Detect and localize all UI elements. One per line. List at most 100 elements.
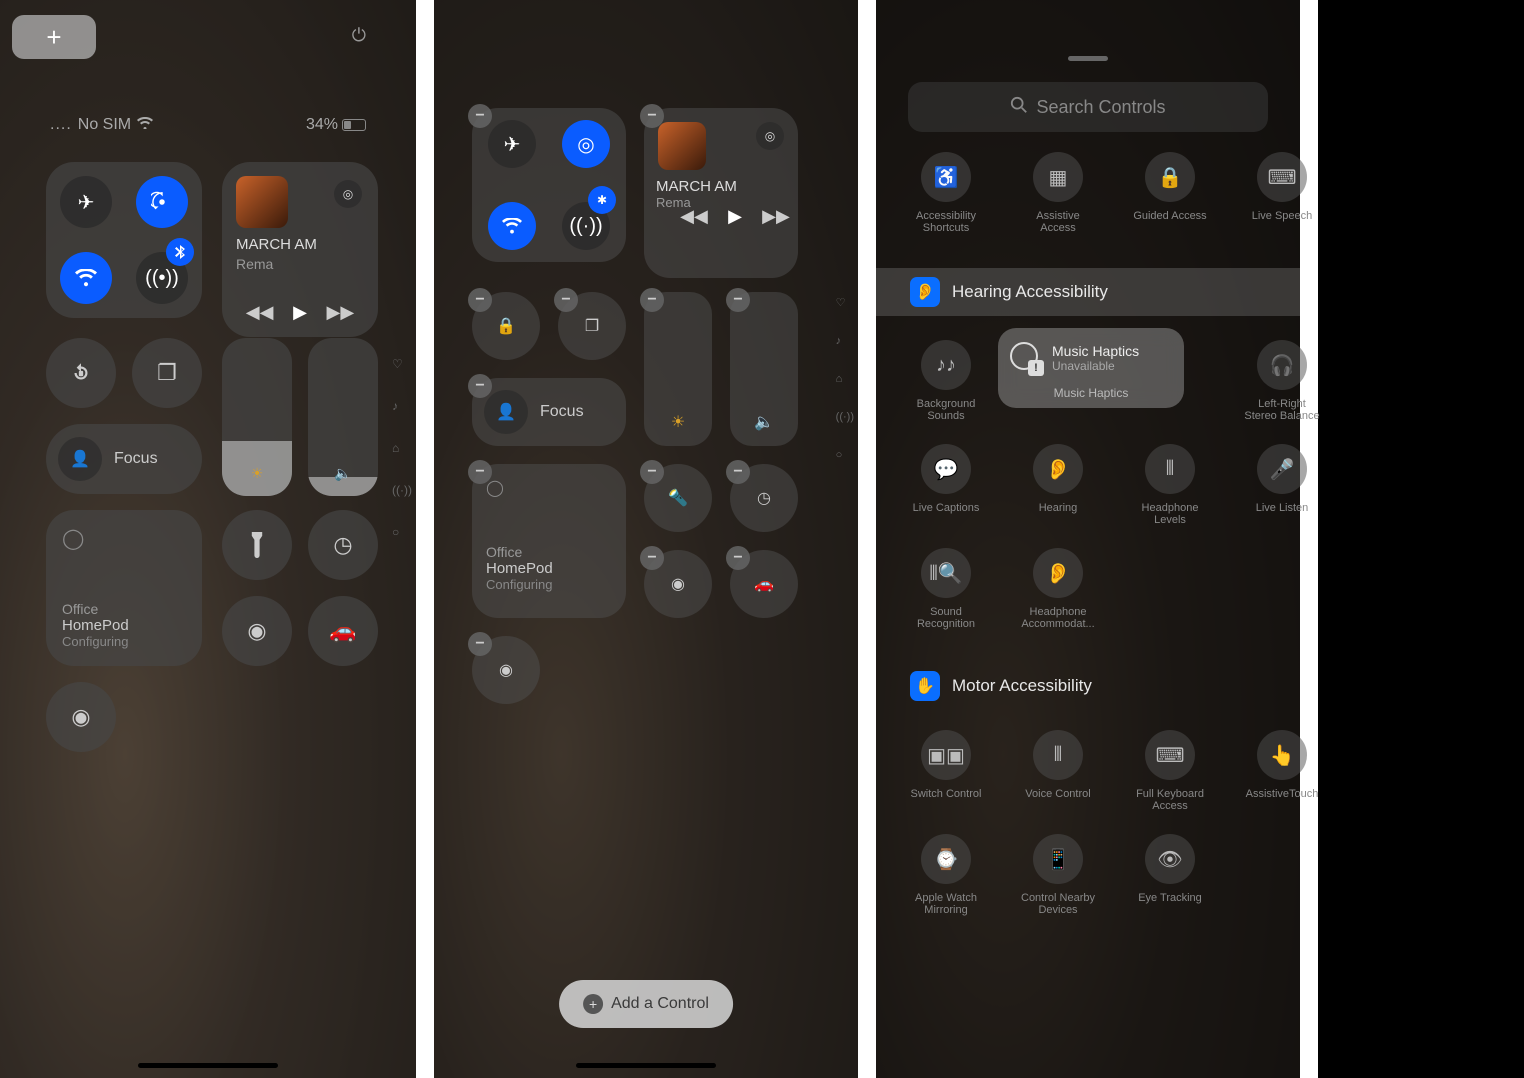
wifi-toggle[interactable] [488, 202, 536, 250]
keyboard-icon: ⌨ [1257, 152, 1307, 202]
power-icon[interactable]: ⏻ [352, 25, 366, 46]
remove-icon[interactable]: − [640, 546, 664, 570]
brightness-slider[interactable]: ☀ [222, 338, 292, 496]
ear-icon: 👂 [910, 277, 940, 307]
next-icon[interactable]: ▶▶ [762, 206, 790, 227]
driving-toggle[interactable]: 🚗 [308, 596, 378, 666]
live-captions[interactable]: 💬Live Captions [908, 444, 984, 526]
connectivity-module[interactable]: ✈ ((•)) [46, 162, 202, 318]
search-field[interactable]: Search Controls [908, 82, 1268, 132]
media-module[interactable]: ◎ MARCH AM Rema ◀◀ ▶ ▶▶ [644, 108, 798, 278]
play-icon[interactable]: ▶ [728, 206, 742, 227]
remove-icon[interactable]: − [468, 104, 492, 128]
album-art [236, 176, 288, 228]
airdrop-toggle[interactable] [136, 176, 188, 228]
full-keyboard-access[interactable]: ⌨Full Keyboard Access [1132, 730, 1208, 812]
guided-access[interactable]: 🔒Guided Access [1132, 152, 1208, 234]
search-placeholder: Search Controls [1036, 97, 1165, 118]
sun-icon: ☀ [222, 465, 292, 482]
prev-icon[interactable]: ◀◀ [246, 302, 274, 323]
brightness-slider[interactable]: ☀ [644, 292, 712, 446]
airplane-toggle[interactable]: ✈ [488, 120, 536, 168]
track-title: MARCH AM [656, 178, 786, 195]
remove-icon[interactable]: − [640, 460, 664, 484]
add-button[interactable]: + [12, 15, 96, 59]
accessibility-shortcuts[interactable]: ♿Accessibility Shortcuts [908, 152, 984, 234]
play-icon[interactable]: ▶ [293, 302, 307, 323]
airdrop-toggle[interactable]: ◎ [562, 120, 610, 168]
artist-name: Rema [236, 256, 273, 272]
assistive-touch[interactable]: 👆AssistiveTouch [1244, 730, 1320, 812]
home-indicator[interactable] [576, 1063, 716, 1068]
apple-watch-mirroring[interactable]: ⌚Apple Watch Mirroring [908, 834, 984, 916]
hearing-header: 👂 Hearing Accessibility [876, 268, 1300, 316]
album-art [658, 122, 706, 170]
volume-slider[interactable]: 🔈 [308, 338, 378, 496]
remove-icon[interactable]: − [726, 546, 750, 570]
home-indicator[interactable] [138, 1063, 278, 1068]
flashlight-toggle[interactable] [222, 510, 292, 580]
motor-header: ✋ Motor Accessibility [876, 662, 1300, 710]
hearing[interactable]: 👂Hearing [1020, 444, 1096, 526]
assistive-access[interactable]: ▦Assistive Access [1020, 152, 1096, 234]
lock-icon: 🔒 [1145, 152, 1195, 202]
remove-icon[interactable]: − [640, 104, 664, 128]
focus-module[interactable]: 👤 Focus [472, 378, 626, 446]
remove-icon[interactable]: − [726, 460, 750, 484]
remove-icon[interactable]: − [468, 632, 492, 656]
focus-module[interactable]: 👤 Focus [46, 424, 202, 494]
remove-icon[interactable]: − [468, 460, 492, 484]
remove-icon[interactable]: − [640, 288, 664, 312]
wifi-icon [137, 116, 153, 134]
focus-icon: 👤 [58, 437, 102, 481]
switch-control[interactable]: ▣▣Switch Control [908, 730, 984, 812]
controls-gallery: Search Controls ♿Accessibility Shortcuts… [876, 0, 1318, 1078]
plus-icon: + [583, 994, 603, 1014]
stereo-balance[interactable]: 🎧Left-Right Stereo Balance [1244, 340, 1320, 422]
page-dots: ♡ ♪ ⌂ ((·)) ○ [392, 357, 412, 539]
live-listen[interactable]: 🎤Live Listen [1244, 444, 1320, 526]
airplay-icon[interactable]: ◎ [756, 122, 784, 150]
prev-icon[interactable]: ◀◀ [680, 206, 708, 227]
media-module[interactable]: ◎ MARCH AM Rema ◀◀ ▶ ▶▶ [222, 162, 378, 337]
remove-icon[interactable]: − [726, 288, 750, 312]
remove-icon[interactable]: − [468, 288, 492, 312]
sound-recognition[interactable]: ⫴🔍Sound Recognition [908, 548, 984, 630]
screen-record[interactable]: ◉ [222, 596, 292, 666]
next-icon[interactable]: ▶▶ [327, 302, 355, 323]
focus-icon: 👤 [484, 390, 528, 434]
screen-mirroring[interactable]: ❐ [132, 338, 202, 408]
homepod-module[interactable]: ◯ Office HomePod Configuring [46, 510, 202, 666]
headphone-levels[interactable]: ⫴Headphone Levels [1132, 444, 1208, 526]
watch-icon: ⌚ [921, 834, 971, 884]
connectivity-module[interactable]: ✈ ◎ ((·)) ✱ [472, 108, 626, 262]
remove-icon[interactable]: − [468, 374, 492, 398]
timer-toggle[interactable]: ◷ [308, 510, 378, 580]
eye-tracking[interactable]: 👁Eye Tracking [1132, 834, 1208, 916]
control-nearby[interactable]: 📱Control Nearby Devices [1020, 834, 1096, 916]
orientation-lock[interactable] [46, 338, 116, 408]
wifi-toggle[interactable] [60, 252, 112, 304]
music-haptics-popup[interactable]: ! Music Haptics Unavailable Music Haptic… [998, 328, 1184, 408]
sounds-icon: ♪♪ [921, 340, 971, 390]
battery-icon [342, 119, 366, 131]
remove-icon[interactable]: − [554, 288, 578, 312]
bluetooth-toggle[interactable]: ✱ [588, 186, 616, 214]
headphone-accommodations[interactable]: 👂Headphone Accommodat... [1020, 548, 1096, 630]
phone-icon: 📱 [1033, 834, 1083, 884]
volume-slider[interactable]: 🔈 [730, 292, 798, 446]
airplay-icon[interactable]: ◎ [334, 180, 362, 208]
homepod-module[interactable]: ◯ Office HomePod Configuring [472, 464, 626, 618]
background-sounds[interactable]: ♪♪Background Sounds [908, 340, 984, 422]
haptics-icon: ! [1010, 342, 1042, 374]
track-title: MARCH AM [236, 236, 317, 253]
bluetooth-toggle[interactable] [166, 238, 194, 266]
shazam-toggle[interactable]: ◉ [46, 682, 116, 752]
add-control-button[interactable]: + Add a Control [559, 980, 733, 1028]
control-center-view: + ⏻ .... No SIM 34% ✈ ((•)) [0, 0, 434, 1078]
heart-icon: ♡ [392, 357, 412, 371]
voice-control[interactable]: ⫴Voice Control [1020, 730, 1096, 812]
airplane-toggle[interactable]: ✈ [60, 176, 112, 228]
sheet-grabber[interactable] [1068, 56, 1108, 61]
live-speech[interactable]: ⌨Live Speech [1244, 152, 1320, 234]
